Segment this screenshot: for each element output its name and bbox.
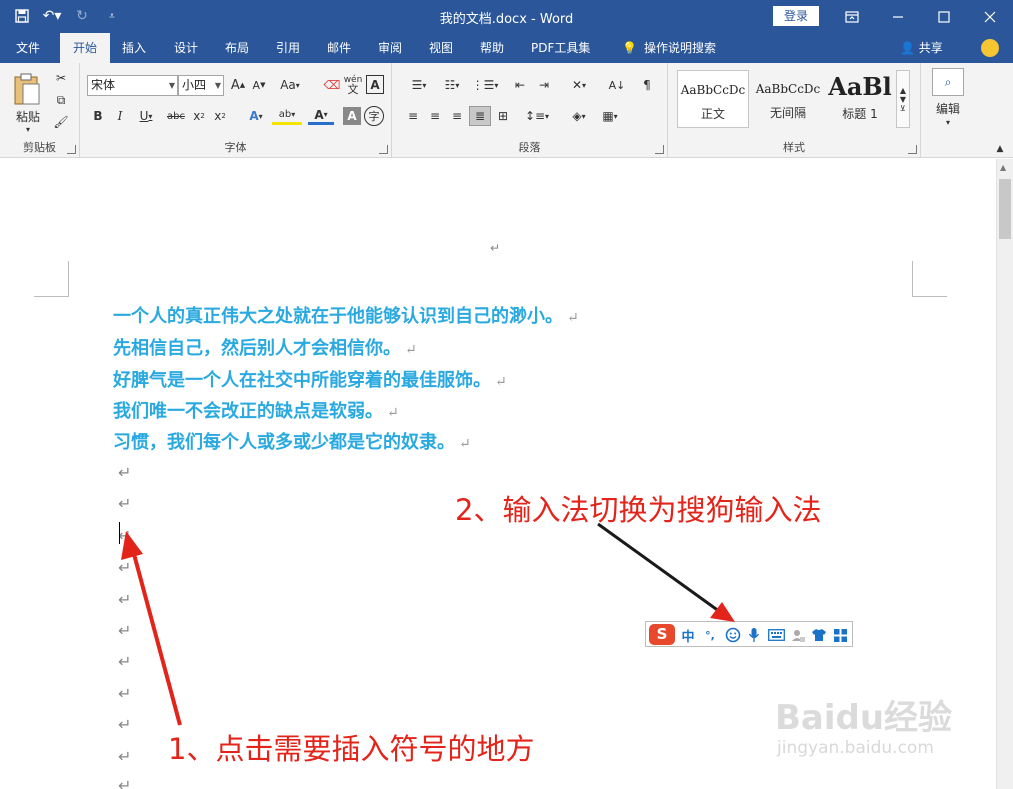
arrowhead <box>710 602 735 622</box>
arrow-to-cursor <box>129 542 182 726</box>
arrow-to-ime <box>597 522 724 616</box>
watermark-url: jingyan.baidu.com <box>777 738 934 758</box>
annotation-arrows <box>121 522 735 726</box>
annotation-step-2: 2、输入法切换为搜狗输入法 <box>455 493 822 527</box>
baidu-jingyan-watermark: Baidu经验 jingyan.baidu.com <box>775 690 965 762</box>
annotation-step-1: 1、点击需要插入符号的地方 <box>168 732 535 766</box>
arrowhead <box>121 531 143 560</box>
watermark-logo: Baidu经验 <box>775 698 953 738</box>
